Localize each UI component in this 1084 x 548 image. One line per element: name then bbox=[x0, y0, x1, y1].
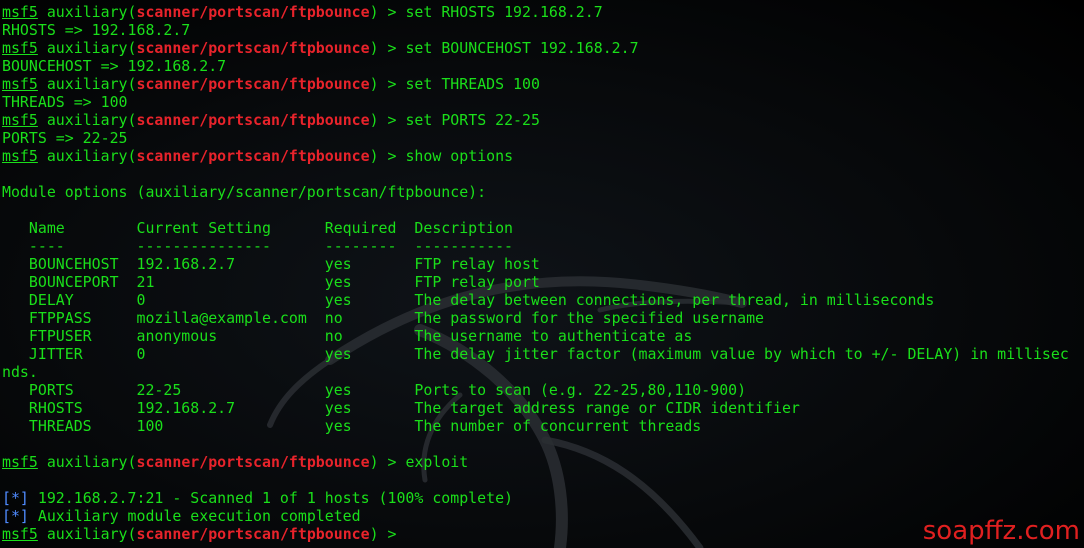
watermark: soapffz.com bbox=[922, 516, 1080, 546]
output-text: DELAY 0 yes The delay between connection… bbox=[2, 291, 935, 309]
status-text: Auxiliary module execution completed bbox=[28, 507, 361, 525]
prompt-suffix: ) > bbox=[369, 111, 406, 129]
active-prompt-line[interactable]: msf5 auxiliary(scanner/portscan/ftpbounc… bbox=[2, 525, 1084, 543]
status-text: 192.168.2.7:21 - Scanned 1 of 1 hosts (1… bbox=[28, 489, 514, 507]
output-line: BOUNCEHOST => 192.168.2.7 bbox=[2, 57, 1084, 75]
prompt-suffix: ) > bbox=[369, 3, 406, 21]
command-text: set THREADS 100 bbox=[405, 75, 540, 93]
prompt-prefix: auxiliary( bbox=[37, 3, 137, 21]
prompt-name: msf5 bbox=[2, 453, 38, 471]
output-line: BOUNCEPORT 21 yes FTP relay port bbox=[2, 273, 1084, 291]
prompt-name: msf5 bbox=[2, 39, 38, 57]
prompt-line: msf5 auxiliary(scanner/portscan/ftpbounc… bbox=[2, 111, 1084, 129]
output-line: FTPUSER anonymous no The username to aut… bbox=[2, 327, 1084, 345]
prompt-prefix: auxiliary( bbox=[37, 453, 137, 471]
prompt-name: msf5 bbox=[2, 525, 38, 543]
prompt-suffix: ) > bbox=[369, 525, 406, 543]
output-text: JITTER 0 yes The delay jitter factor (ma… bbox=[2, 345, 1069, 363]
output-text: BOUNCEHOST => 192.168.2.7 bbox=[2, 57, 227, 75]
output-line: JITTER 0 yes The delay jitter factor (ma… bbox=[2, 345, 1084, 363]
command-text: show options bbox=[405, 147, 514, 165]
status-marker: [*] bbox=[2, 489, 29, 507]
module-name: scanner/portscan/ftpbounce bbox=[136, 39, 370, 57]
output-line: nds. bbox=[2, 363, 1084, 381]
output-line: FTPPASS mozilla@example.com no The passw… bbox=[2, 309, 1084, 327]
prompt-prefix: auxiliary( bbox=[37, 75, 137, 93]
output-line: DELAY 0 yes The delay between connection… bbox=[2, 291, 1084, 309]
terminal-window[interactable]: msf5 auxiliary(scanner/portscan/ftpbounc… bbox=[0, 0, 1084, 548]
output-text: Name Current Setting Required Descriptio… bbox=[2, 219, 514, 237]
prompt-prefix: auxiliary( bbox=[37, 111, 137, 129]
output-text: nds. bbox=[2, 363, 38, 381]
prompt-line: msf5 auxiliary(scanner/portscan/ftpbounc… bbox=[2, 147, 1084, 165]
command-text: exploit bbox=[405, 453, 469, 471]
output-line: Name Current Setting Required Descriptio… bbox=[2, 219, 1084, 237]
prompt-name: msf5 bbox=[2, 75, 38, 93]
output-text: PORTS => 22-25 bbox=[2, 129, 128, 147]
output-line: PORTS => 22-25 bbox=[2, 129, 1084, 147]
output-text: RHOSTS 192.168.2.7 yes The target addres… bbox=[2, 399, 800, 417]
output-text: FTPPASS mozilla@example.com no The passw… bbox=[2, 309, 765, 327]
module-name: scanner/portscan/ftpbounce bbox=[136, 147, 370, 165]
prompt-line: msf5 auxiliary(scanner/portscan/ftpbounc… bbox=[2, 453, 1084, 471]
output-line: THREADS => 100 bbox=[2, 93, 1084, 111]
output-line: PORTS 22-25 yes Ports to scan (e.g. 22-2… bbox=[2, 381, 1084, 399]
prompt-prefix: auxiliary( bbox=[37, 525, 137, 543]
command-text: set RHOSTS 192.168.2.7 bbox=[405, 3, 603, 21]
output-text: Module options (auxiliary/scanner/portsc… bbox=[2, 183, 487, 201]
output-text: ---- --------------- -------- ----------… bbox=[2, 237, 514, 255]
module-name: scanner/portscan/ftpbounce bbox=[136, 453, 370, 471]
prompt-name: msf5 bbox=[2, 147, 38, 165]
prompt-suffix: ) > bbox=[369, 147, 406, 165]
terminal-output: msf5 auxiliary(scanner/portscan/ftpbounc… bbox=[2, 3, 1084, 543]
output-text: BOUNCEHOST 192.168.2.7 yes FTP relay hos… bbox=[2, 255, 540, 273]
prompt-prefix: auxiliary( bbox=[37, 39, 137, 57]
module-name: scanner/portscan/ftpbounce bbox=[136, 3, 370, 21]
status-line: [*] Auxiliary module execution completed bbox=[2, 507, 1084, 525]
prompt-suffix: ) > bbox=[369, 75, 406, 93]
prompt-name: msf5 bbox=[2, 111, 38, 129]
status-line: [*] 192.168.2.7:21 - Scanned 1 of 1 host… bbox=[2, 489, 1084, 507]
output-text: THREADS 100 yes The number of concurrent… bbox=[2, 417, 702, 435]
output-line: ---- --------------- -------- ----------… bbox=[2, 237, 1084, 255]
output-text: FTPUSER anonymous no The username to aut… bbox=[2, 327, 693, 345]
prompt-suffix: ) > bbox=[369, 39, 406, 57]
output-text: PORTS 22-25 yes Ports to scan (e.g. 22-2… bbox=[2, 381, 747, 399]
output-line: THREADS 100 yes The number of concurrent… bbox=[2, 417, 1084, 435]
prompt-line: msf5 auxiliary(scanner/portscan/ftpbounc… bbox=[2, 75, 1084, 93]
output-line: RHOSTS => 192.168.2.7 bbox=[2, 21, 1084, 39]
output-line: BOUNCEHOST 192.168.2.7 yes FTP relay hos… bbox=[2, 255, 1084, 273]
status-marker: [*] bbox=[2, 507, 29, 525]
output-text: RHOSTS => 192.168.2.7 bbox=[2, 21, 191, 39]
output-line: Module options (auxiliary/scanner/portsc… bbox=[2, 183, 1084, 201]
module-name: scanner/portscan/ftpbounce bbox=[136, 111, 370, 129]
output-text: THREADS => 100 bbox=[2, 93, 128, 111]
prompt-suffix: ) > bbox=[369, 453, 406, 471]
prompt-line: msf5 auxiliary(scanner/portscan/ftpbounc… bbox=[2, 39, 1084, 57]
prompt-line: msf5 auxiliary(scanner/portscan/ftpbounc… bbox=[2, 3, 1084, 21]
command-text: set BOUNCEHOST 192.168.2.7 bbox=[405, 39, 639, 57]
prompt-name: msf5 bbox=[2, 3, 38, 21]
module-name: scanner/portscan/ftpbounce bbox=[136, 75, 370, 93]
output-text: BOUNCEPORT 21 yes FTP relay port bbox=[2, 273, 540, 291]
prompt-prefix: auxiliary( bbox=[37, 147, 137, 165]
output-line: RHOSTS 192.168.2.7 yes The target addres… bbox=[2, 399, 1084, 417]
command-text: set PORTS 22-25 bbox=[405, 111, 540, 129]
module-name: scanner/portscan/ftpbounce bbox=[136, 525, 370, 543]
